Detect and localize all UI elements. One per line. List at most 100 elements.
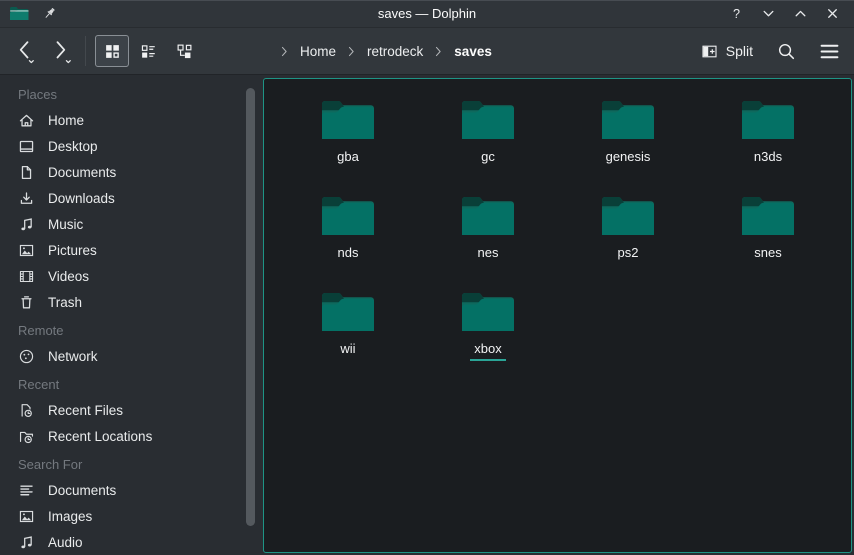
sidebar-scrollbar-thumb[interactable] xyxy=(246,88,255,526)
close-button[interactable] xyxy=(825,6,840,21)
sidebar-item-images[interactable]: Images xyxy=(0,503,258,529)
back-button[interactable] xyxy=(12,38,36,64)
details-view-button[interactable] xyxy=(131,35,165,67)
sidebar-item-music[interactable]: Music xyxy=(0,211,258,237)
folder-item-ps2[interactable]: ps2 xyxy=(558,191,698,287)
folder-item-gba[interactable]: gba xyxy=(278,95,418,191)
search-icon[interactable] xyxy=(777,42,796,61)
sidebar-section-header: Search For xyxy=(0,453,258,477)
network-icon xyxy=(18,348,35,365)
folder-icon xyxy=(460,288,516,334)
tree-view-button[interactable] xyxy=(167,35,201,67)
nav-buttons xyxy=(12,38,73,64)
toolbar-separator xyxy=(85,36,86,66)
sidebar-item-desktop[interactable]: Desktop xyxy=(0,133,258,159)
folder-label: snes xyxy=(750,245,785,265)
breadcrumb-chevron-icon xyxy=(345,45,358,58)
folder-label: gba xyxy=(333,149,363,169)
sidebar-item-videos[interactable]: Videos xyxy=(0,263,258,289)
text-lines-icon xyxy=(18,482,35,499)
breadcrumb-item[interactable]: Home xyxy=(300,44,336,59)
sidebar-item-trash[interactable]: Trash xyxy=(0,289,258,315)
folder-icon xyxy=(460,96,516,142)
split-button-label: Split xyxy=(726,43,753,59)
window-title: saves — Dolphin xyxy=(0,6,854,21)
folder-item-n3ds[interactable]: n3ds xyxy=(698,95,838,191)
image-icon xyxy=(18,508,35,525)
icons-view-button[interactable] xyxy=(95,35,129,67)
folder-label: nes xyxy=(474,245,503,265)
sidebar-section: Places Home Desktop Documents Downloads … xyxy=(0,83,258,315)
folder-icon xyxy=(320,96,376,142)
folder-icon xyxy=(460,192,516,238)
toolbar: Home retrodeck saves Split xyxy=(0,28,854,75)
maximize-button[interactable] xyxy=(793,6,808,21)
folder-icon xyxy=(740,192,796,238)
folder-item-wii[interactable]: wii xyxy=(278,287,418,383)
breadcrumb-item[interactable]: retrodeck xyxy=(367,44,423,59)
sidebar-item-network[interactable]: Network xyxy=(0,343,258,369)
folder-label: wii xyxy=(336,341,359,361)
app-folder-icon xyxy=(9,5,29,22)
folder-label: gc xyxy=(477,149,499,169)
folder-icon xyxy=(740,96,796,142)
document-icon xyxy=(18,164,35,181)
pin-icon[interactable] xyxy=(42,6,57,21)
sidebar-item-audio[interactable]: Audio xyxy=(0,529,258,555)
breadcrumb: Home retrodeck saves xyxy=(278,44,492,59)
folder-icon xyxy=(600,96,656,142)
folder-label: ps2 xyxy=(614,245,643,265)
film-icon xyxy=(18,268,35,285)
sidebar-item-home[interactable]: Home xyxy=(0,107,258,133)
sidebar-section-header: Places xyxy=(0,83,258,107)
window-controls: ? xyxy=(729,6,854,21)
titlebar: saves — Dolphin ? xyxy=(0,0,854,28)
forward-button[interactable] xyxy=(49,38,73,64)
content-area: Places Home Desktop Documents Downloads … xyxy=(0,75,854,555)
hamburger-menu-icon[interactable] xyxy=(820,42,839,61)
sidebar-scrollbar xyxy=(246,88,255,526)
sidebar-item-recent-files[interactable]: Recent Files xyxy=(0,397,258,423)
sidebar-item-recent-locations[interactable]: Recent Locations xyxy=(0,423,258,449)
toolbar-right: Split xyxy=(701,42,839,61)
music-note-icon xyxy=(18,534,35,551)
folder-item-snes[interactable]: snes xyxy=(698,191,838,287)
folder-item-nds[interactable]: nds xyxy=(278,191,418,287)
breadcrumb-item[interactable]: saves xyxy=(454,44,492,59)
sidebar-item-documents[interactable]: Documents xyxy=(0,159,258,185)
folder-label: genesis xyxy=(602,149,655,169)
folder-icon xyxy=(600,192,656,238)
folder-icon xyxy=(320,192,376,238)
help-button[interactable]: ? xyxy=(729,6,744,21)
folder-item-gc[interactable]: gc xyxy=(418,95,558,191)
folder-label: n3ds xyxy=(750,149,786,169)
folder-icon xyxy=(320,288,376,334)
folder-label: xbox xyxy=(470,341,505,361)
split-view-icon xyxy=(701,43,718,60)
dolphin-window: saves — Dolphin ? Home retrodeck saves S… xyxy=(0,0,854,555)
sidebar-section-header: Recent xyxy=(0,373,258,397)
breadcrumb-chevron-icon xyxy=(432,45,445,58)
minimize-button[interactable] xyxy=(761,6,776,21)
folder-label: nds xyxy=(334,245,363,265)
desktop-icon xyxy=(18,138,35,155)
sidebar-item-documents[interactable]: Documents xyxy=(0,477,258,503)
download-icon xyxy=(18,190,35,207)
split-button[interactable]: Split xyxy=(701,43,753,60)
sidebar-section: Remote Network xyxy=(0,319,258,369)
svg-text:?: ? xyxy=(733,7,740,21)
home-icon xyxy=(18,112,35,129)
music-note-icon xyxy=(18,216,35,233)
titlebar-left xyxy=(0,5,57,22)
recent-files-icon xyxy=(18,402,35,419)
folder-item-xbox[interactable]: xbox xyxy=(418,287,558,383)
view-mode-buttons xyxy=(95,35,201,67)
folder-item-genesis[interactable]: genesis xyxy=(558,95,698,191)
sidebar-section-header: Remote xyxy=(0,319,258,343)
recent-locations-icon xyxy=(18,428,35,445)
folder-item-nes[interactable]: nes xyxy=(418,191,558,287)
sidebar-section: Recent Recent Files Recent Locations xyxy=(0,373,258,449)
places-panel: Places Home Desktop Documents Downloads … xyxy=(0,75,258,555)
sidebar-item-pictures[interactable]: Pictures xyxy=(0,237,258,263)
sidebar-item-downloads[interactable]: Downloads xyxy=(0,185,258,211)
